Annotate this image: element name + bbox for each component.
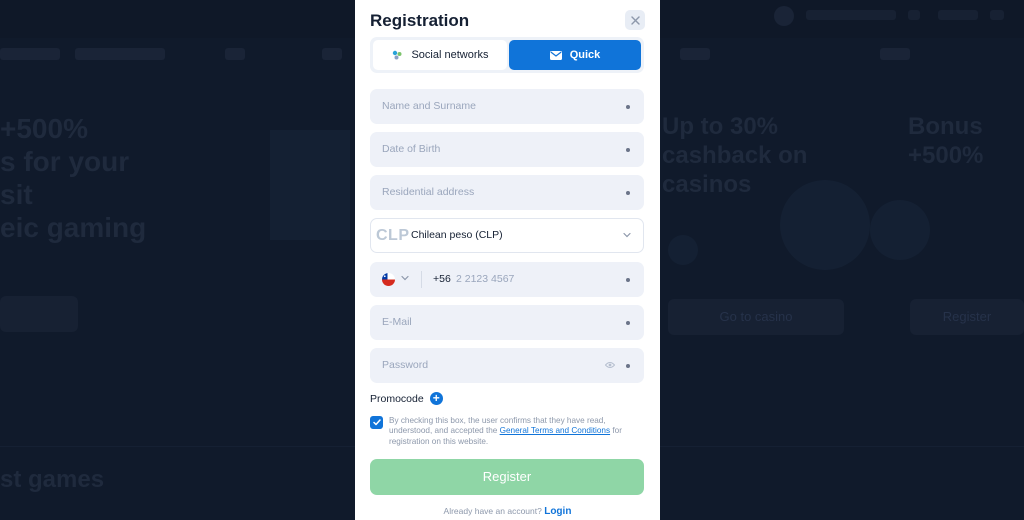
plus-icon[interactable]: + xyxy=(429,392,443,405)
country-chevron-down-icon[interactable] xyxy=(401,275,409,281)
chile-flag-icon[interactable] xyxy=(382,273,395,286)
background-section-title: st games xyxy=(0,466,105,493)
modal-title: Registration xyxy=(370,11,470,30)
residential-address-placeholder: Residential address xyxy=(382,186,475,198)
email-field[interactable]: E-Mail xyxy=(370,305,644,340)
required-dot-icon xyxy=(626,278,630,282)
tab-social-networks[interactable]: Social networks xyxy=(373,40,507,70)
background-chip-graphic xyxy=(870,200,930,260)
required-dot-icon xyxy=(626,321,630,325)
background-promo-line: eic gaming xyxy=(0,212,147,243)
background-header-text xyxy=(806,10,896,20)
background-chip-graphic xyxy=(668,235,698,265)
background-promo-line: cashback on xyxy=(662,142,808,169)
tab-quick[interactable]: Quick xyxy=(509,40,641,70)
password-placeholder: Password xyxy=(382,359,429,371)
terms-consent-text: By checking this box, the user confirms … xyxy=(389,416,641,447)
background-promo-line: casinos xyxy=(662,171,752,198)
background-header-text xyxy=(938,10,978,20)
background-nav-item xyxy=(75,48,165,60)
terms-link[interactable]: General Terms and Conditions xyxy=(500,426,610,435)
background-promo-line: Bonus xyxy=(908,113,983,140)
registration-method-tabs: Social networks Quick xyxy=(370,37,644,73)
tab-social-networks-label: Social networks xyxy=(411,49,489,61)
background-promo-line: Up to 30% xyxy=(662,113,779,140)
envelope-icon xyxy=(549,50,562,60)
password-field[interactable]: Password xyxy=(370,348,644,383)
background-nav-item xyxy=(322,48,342,60)
background-header-icon xyxy=(990,10,1004,20)
phone-country-code: +56 xyxy=(433,273,451,285)
background-nav-item xyxy=(225,48,245,60)
checkmark-icon xyxy=(372,419,381,426)
background-promo-line: +500% xyxy=(908,142,984,169)
required-dot-icon xyxy=(626,148,630,152)
required-dot-icon xyxy=(626,364,630,368)
background-promo-line: +500% xyxy=(0,113,88,144)
background-promo-line: sit xyxy=(0,179,33,210)
background-nav-item xyxy=(0,48,60,60)
close-icon xyxy=(630,15,640,25)
chevron-down-icon xyxy=(623,232,631,238)
background-avatar xyxy=(774,6,794,26)
background-nav-item xyxy=(680,48,710,60)
eye-icon[interactable] xyxy=(605,361,615,369)
promocode-label: Promocode xyxy=(370,392,424,405)
background-promo-line: s for your xyxy=(0,146,130,177)
required-dot-icon xyxy=(626,105,630,109)
background-cta-button xyxy=(0,296,78,332)
background-graphic xyxy=(270,130,350,240)
login-prompt: Already have an account? xyxy=(443,506,542,516)
date-of-birth-field[interactable]: Date of Birth xyxy=(370,132,644,167)
tab-quick-label: Quick xyxy=(569,49,601,61)
background-nav-item xyxy=(880,48,910,60)
background-cta-casino: Go to casino xyxy=(668,299,844,335)
registration-modal: Registration Social networks Quick Name … xyxy=(355,0,660,520)
close-button[interactable] xyxy=(625,10,645,30)
required-dot-icon xyxy=(626,191,630,195)
date-of-birth-placeholder: Date of Birth xyxy=(382,143,441,155)
name-surname-placeholder: Name and Surname xyxy=(382,100,476,112)
background-header-icon xyxy=(908,10,920,20)
phone-placeholder: 2 2123 4567 xyxy=(456,273,515,285)
social-networks-icon xyxy=(393,50,402,60)
currency-select[interactable]: CLP Chilean peso (CLP) xyxy=(370,218,644,253)
currency-value: Chilean peso (CLP) xyxy=(411,229,503,241)
background-cta-register: Register xyxy=(910,299,1024,335)
background-promo-left: +500% s for your sit eic gaming xyxy=(0,112,146,244)
currency-code-icon: CLP xyxy=(376,227,410,244)
name-surname-field[interactable]: Name and Surname xyxy=(370,89,644,124)
register-button[interactable]: Register xyxy=(370,459,644,495)
phone-separator xyxy=(421,271,422,288)
login-row: Already have an account? Login xyxy=(355,506,660,517)
phone-field[interactable]: +56 2 2123 4567 xyxy=(370,262,644,297)
promocode-toggle[interactable]: Promocode + xyxy=(370,392,443,405)
residential-address-field[interactable]: Residential address xyxy=(370,175,644,210)
login-link[interactable]: Login xyxy=(544,506,571,517)
email-placeholder: E-Mail xyxy=(382,316,412,328)
terms-checkbox[interactable] xyxy=(370,416,383,429)
background-promo-middle: Up to 30% cashback on casinos xyxy=(662,112,807,199)
background-promo-right: Bonus +500% xyxy=(908,112,983,170)
